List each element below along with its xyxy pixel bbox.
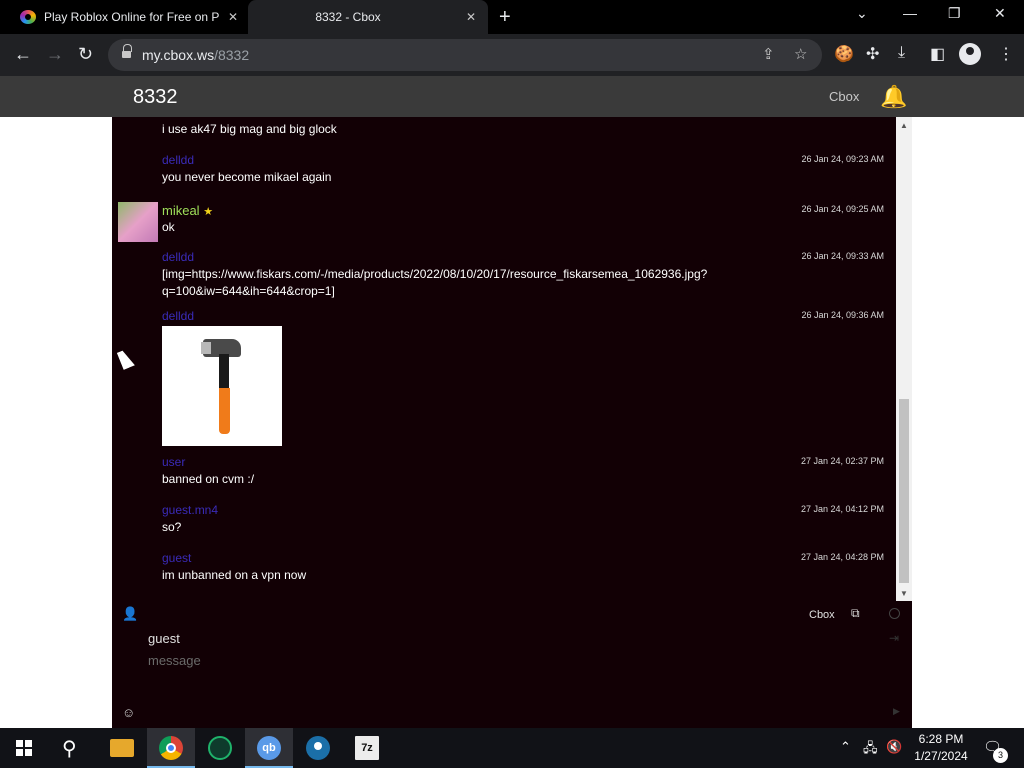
message-author[interactable]: user [162, 455, 185, 469]
taskbar-clock[interactable]: 6:28 PM 1/27/2024 [906, 731, 976, 765]
qbittorrent-icon: qb [257, 736, 281, 760]
scroll-thumb[interactable] [899, 399, 909, 583]
browser-toolbar: ← → ↻ my.cbox.ws/8332 ⇪ ☆ 🍪 ✣ ⤓ ◧ ⋮ [0, 34, 1024, 76]
steam-icon [306, 736, 330, 760]
gx-app-icon [208, 736, 232, 760]
status-circle-icon[interactable] [889, 608, 900, 619]
cookie-extension-icon[interactable]: 🍪 [834, 44, 854, 64]
login-icon[interactable]: ⇥ [889, 631, 899, 645]
message-author[interactable]: mikeal ★ [162, 203, 213, 218]
taskbar-qbittorrent[interactable]: qb [245, 728, 293, 768]
volume-muted-icon[interactable]: 🔇 [886, 739, 902, 755]
notification-count-badge: 3 [993, 748, 1008, 763]
message-text: [img=https://www.fiskars.com/-/media/pro… [162, 267, 708, 281]
message-time: 26 Jan 24, 09:33 AM [801, 251, 884, 261]
message-author[interactable]: guest [162, 551, 191, 565]
message-time: 26 Jan 24, 09:36 AM [801, 310, 884, 320]
tab-close-icon[interactable]: ✕ [466, 10, 476, 24]
taskbar-7zip[interactable]: 7z [343, 728, 391, 768]
minimize-icon[interactable]: — [903, 5, 917, 21]
scroll-down-icon[interactable]: ▼ [900, 589, 908, 598]
tab-title: 8332 - Cbox [315, 10, 381, 24]
7zip-icon: 7z [355, 736, 379, 760]
message-text: you never become mikael again [162, 170, 332, 184]
window-close-icon[interactable]: ✕ [994, 5, 1006, 22]
user-icon[interactable]: 👤 [122, 606, 138, 622]
emoji-icon[interactable]: ☺ [122, 705, 135, 720]
message-author[interactable]: guest.mn4 [162, 503, 218, 517]
bell-icon[interactable]: 🔔 [880, 84, 907, 110]
axe-image[interactable] [162, 326, 282, 446]
cbox-footer-link[interactable]: Cbox [809, 609, 835, 621]
message-text: im unbanned on a vpn now [162, 568, 307, 582]
clock-time: 6:28 PM [918, 732, 964, 746]
cbox-header: 8332 Cbox 🔔 [0, 76, 1024, 117]
taskbar-gx-app[interactable] [196, 728, 244, 768]
side-panel-icon[interactable]: ◧ [930, 44, 945, 64]
new-tab-icon[interactable]: + [499, 6, 511, 29]
message-list: i use ak47 big mag and big glock delldd … [112, 117, 896, 601]
message-text: so? [162, 520, 182, 534]
back-icon[interactable]: ← [14, 44, 32, 65]
share-icon[interactable]: ⇪ [762, 45, 775, 63]
extensions-puzzle-icon[interactable]: ✣ [866, 44, 879, 64]
message-time: 27 Jan 24, 02:37 PM [800, 456, 884, 466]
scroll-up-icon[interactable]: ▲ [900, 121, 908, 130]
profile-avatar-icon[interactable] [959, 43, 981, 65]
windows-taskbar: ⚲ qb 7z ⌃ 🖧 🔇 6:28 PM 1/27/2024 🗨 3 [0, 728, 1024, 768]
taskbar-chrome[interactable] [147, 728, 195, 768]
folder-icon [110, 739, 134, 757]
axe-handle [219, 388, 230, 434]
message-text: ok [162, 220, 175, 234]
chat-scrollbar[interactable]: ▲ ▼ [896, 117, 912, 601]
clock-date: 1/27/2024 [914, 749, 968, 763]
star-icon: ★ [203, 206, 214, 218]
lock-icon[interactable] [122, 44, 132, 59]
name-field[interactable] [148, 631, 708, 646]
cbox-link[interactable]: Cbox [829, 89, 859, 104]
download-icon[interactable]: ⤓ [898, 44, 905, 62]
chat-input-area: 👤 Cbox ⧉ ⇥ ☺ ▶ [112, 601, 912, 728]
network-icon[interactable]: 🖧 [863, 739, 878, 761]
message-author[interactable]: delldd [162, 309, 194, 323]
roblox-favicon-icon [20, 10, 36, 24]
search-icon[interactable]: ⚲ [62, 736, 77, 761]
tab-search-chevron-icon[interactable]: ⌄ [856, 5, 868, 22]
bookmark-star-icon[interactable]: ☆ [794, 45, 807, 63]
avatar[interactable] [118, 202, 158, 242]
address-bar[interactable]: my.cbox.ws/8332 ⇪ ☆ [108, 39, 822, 71]
message-field[interactable] [148, 653, 868, 703]
windows-logo-icon [16, 740, 32, 756]
message-time: 26 Jan 24, 09:23 AM [801, 154, 884, 164]
forward-icon[interactable]: → [46, 44, 64, 65]
tab-title: Play Roblox Online for Free on P [44, 10, 220, 24]
tab-roblox[interactable]: Play Roblox Online for Free on P ✕ [8, 0, 248, 34]
message-time: 26 Jan 24, 09:25 AM [801, 204, 884, 214]
message-time: 27 Jan 24, 04:12 PM [800, 504, 884, 514]
send-icon[interactable]: ▶ [893, 706, 900, 717]
chrome-menu-icon[interactable]: ⋮ [998, 44, 1014, 64]
chrome-icon [159, 736, 183, 760]
reload-icon[interactable]: ↻ [78, 44, 93, 65]
restore-icon[interactable]: ❐ [948, 5, 961, 22]
tray-chevron-icon[interactable]: ⌃ [840, 739, 851, 755]
page-title: 8332 [133, 86, 178, 108]
message-time: 27 Jan 24, 04:28 PM [800, 552, 884, 562]
external-link-icon[interactable]: ⧉ [851, 606, 860, 621]
message-text-continued: q=100&iw=644&ih=644&crop=1] [162, 284, 335, 298]
message-author[interactable]: delldd [162, 250, 194, 264]
browser-tab-strip: Play Roblox Online for Free on P ✕ 8332 … [0, 0, 1024, 34]
tab-close-icon[interactable]: ✕ [228, 10, 238, 24]
taskbar-steam[interactable] [294, 728, 342, 768]
message-author[interactable]: delldd [162, 153, 194, 167]
start-button[interactable] [0, 728, 48, 768]
message-text: i use ak47 big mag and big glock [162, 122, 337, 136]
chat-box: i use ak47 big mag and big glock delldd … [112, 117, 912, 728]
tab-cbox[interactable]: 8332 - Cbox ✕ [248, 0, 488, 34]
url-text[interactable]: my.cbox.ws/8332 [142, 47, 249, 63]
message-text: banned on cvm :/ [162, 472, 255, 486]
taskbar-file-explorer[interactable] [98, 728, 146, 768]
